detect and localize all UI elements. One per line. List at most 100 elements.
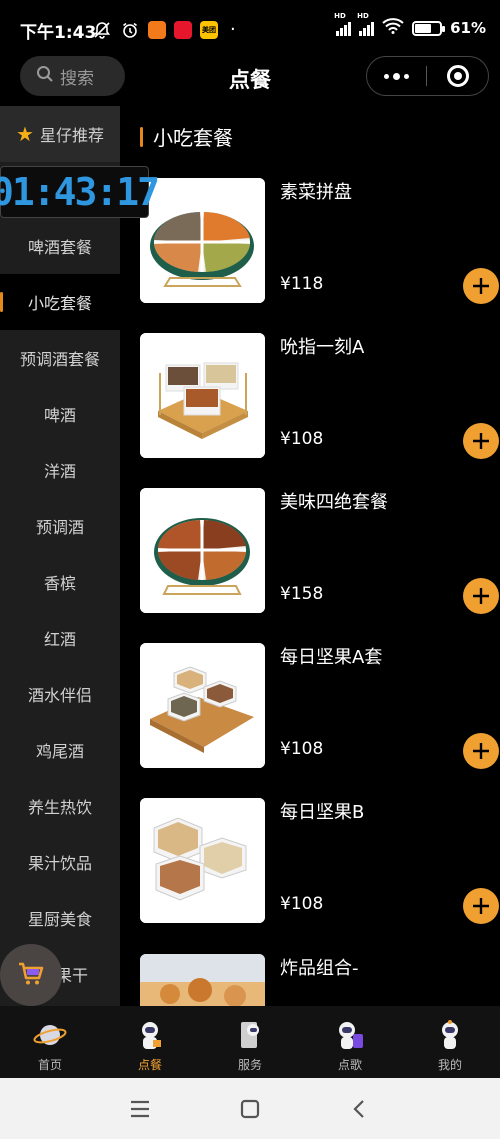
sidebar-item-snack-set[interactable]: 小吃套餐	[0, 274, 120, 330]
add-to-cart-button[interactable]	[463, 888, 499, 924]
notification-app-icon-1	[148, 20, 166, 39]
home-square-icon	[240, 1099, 260, 1119]
tab-order[interactable]: 点餐	[100, 1006, 200, 1078]
more-options-icon[interactable]	[367, 57, 426, 95]
product-name: 吮指一刻A	[280, 337, 365, 358]
product-card[interactable]: 每日坚果B ¥108	[140, 798, 500, 924]
sidebar-item-beer[interactable]: 啤酒	[0, 386, 120, 442]
sidebar-item-juice[interactable]: 果汁饮品	[0, 834, 120, 890]
product-image	[140, 333, 265, 458]
sidebar-item-wine[interactable]: 红酒	[0, 610, 120, 666]
target-icon	[446, 65, 469, 87]
miniprogram-capsule	[366, 56, 489, 96]
sidebar-item-label: 小吃套餐	[27, 294, 92, 313]
product-image	[140, 954, 265, 1006]
product-name: 炸品组合-	[280, 958, 359, 979]
tab-home[interactable]: 首页	[0, 1006, 100, 1078]
product-name: 每日坚果A套	[280, 647, 383, 668]
sidebar-item-label: 红酒	[43, 630, 76, 649]
tab-label: 点餐	[137, 1058, 162, 1072]
product-image	[140, 488, 265, 613]
signal-1-icon: HD	[334, 12, 352, 36]
battery-percent: 61%	[450, 19, 486, 37]
close-miniprogram-button[interactable]	[427, 57, 488, 95]
shopping-cart-icon	[16, 958, 46, 992]
more-notifications-dot: ·	[230, 19, 236, 40]
battery-icon	[412, 20, 446, 36]
tab-music[interactable]: 点歌	[300, 1006, 400, 1078]
bottom-tab-bar: 首页 点餐 服务 点歌 我的	[0, 1006, 500, 1078]
meituan-icon: 美团	[200, 20, 218, 39]
top-nav: 搜索 点餐	[0, 56, 500, 106]
sidebar-item-premix[interactable]: 预调酒	[0, 498, 120, 554]
sidebar-item-label: 养生热饮	[27, 798, 92, 817]
active-indicator	[0, 292, 3, 312]
product-image	[140, 178, 265, 303]
sidebar-item-label: 预调酒套餐	[19, 350, 100, 369]
add-to-cart-button[interactable]	[463, 733, 499, 769]
section-accent-bar	[140, 126, 143, 147]
sidebar-item-label: 星仔推荐	[39, 126, 104, 145]
alarm-muted-icon	[92, 20, 112, 40]
sidebar-item-label: 啤酒	[43, 406, 76, 425]
sidebar-item-label: 鸡尾酒	[35, 742, 84, 761]
category-sidebar: ★ 星仔推荐 啤酒套餐 小吃套餐 预调酒套餐 啤酒 洋酒 预调酒 香槟 红酒 酒…	[0, 106, 120, 1006]
section-title: 小吃套餐	[153, 126, 233, 150]
sidebar-item-liquor[interactable]: 洋酒	[0, 442, 120, 498]
product-price: ¥108	[280, 894, 324, 914]
sidebar-item-beer-set[interactable]: 啤酒套餐	[0, 218, 120, 274]
tab-label: 服务	[237, 1058, 262, 1072]
astronaut-profile-icon	[433, 1018, 467, 1052]
sidebar-item-label: 啤酒套餐	[27, 238, 92, 257]
product-price: ¥108	[280, 429, 324, 449]
product-name: 素菜拼盘	[280, 182, 352, 203]
add-to-cart-button[interactable]	[463, 268, 499, 304]
product-image	[140, 798, 265, 923]
wifi-icon	[382, 18, 404, 38]
cart-button[interactable]	[0, 944, 62, 1006]
product-price: ¥158	[280, 584, 324, 604]
signal-2-icon: HD	[357, 12, 375, 36]
plus-icon	[473, 433, 489, 449]
sidebar-item-chef-food[interactable]: 星厨美食	[0, 890, 120, 946]
plus-icon	[473, 588, 489, 604]
product-card[interactable]: 吮指一刻A ¥108	[140, 333, 500, 459]
plus-icon	[473, 743, 489, 759]
home-button[interactable]	[237, 1096, 263, 1122]
sidebar-item-drink-companion[interactable]: 酒水伴侣	[0, 666, 120, 722]
sidebar-item-label: 星厨美食	[27, 910, 92, 929]
sidebar-item-hot-drinks[interactable]: 养生热饮	[0, 778, 120, 834]
sidebar-item-champagne[interactable]: 香槟	[0, 554, 120, 610]
sidebar-item-label: 洋酒	[43, 462, 76, 481]
weibo-icon	[174, 20, 192, 39]
add-to-cart-button[interactable]	[463, 423, 499, 459]
planet-icon	[33, 1018, 67, 1052]
product-card[interactable]: 素菜拼盘 ¥118	[140, 178, 500, 304]
sidebar-item-recommend[interactable]: ★ 星仔推荐	[0, 106, 120, 162]
recent-apps-button[interactable]	[127, 1096, 153, 1122]
section-header: 小吃套餐	[140, 122, 233, 151]
add-to-cart-button[interactable]	[463, 578, 499, 614]
tab-label: 我的	[437, 1058, 462, 1072]
astronaut-music-icon	[333, 1018, 367, 1052]
status-bar: 下午1:43 美团 · HD HD 61%	[0, 0, 500, 56]
sidebar-item-cocktail[interactable]: 鸡尾酒	[0, 722, 120, 778]
product-list-panel: 小吃套餐 素菜拼盘 ¥118 吮指一刻A ¥108 美味四绝套餐 ¥158 每日…	[120, 106, 500, 1006]
sidebar-item-label: 果汁饮品	[27, 854, 92, 873]
sidebar-item-premix-set[interactable]: 预调酒套餐	[0, 330, 120, 386]
status-time: 下午1:43	[20, 23, 97, 43]
product-name: 美味四绝套餐	[280, 492, 388, 513]
star-icon: ★	[16, 122, 34, 146]
product-price: ¥118	[280, 274, 324, 294]
product-card[interactable]: 每日坚果A套 ¥108	[140, 643, 500, 769]
tab-profile[interactable]: 我的	[400, 1006, 500, 1078]
back-chevron-icon	[353, 1100, 364, 1118]
back-button[interactable]	[347, 1096, 373, 1122]
timer-overlay: 01:43:17	[0, 166, 160, 218]
plus-icon	[473, 278, 489, 294]
tab-label: 点歌	[337, 1058, 362, 1072]
product-name: 每日坚果B	[280, 802, 365, 823]
tab-service[interactable]: 服务	[200, 1006, 300, 1078]
product-card[interactable]: 美味四绝套餐 ¥158	[140, 488, 500, 614]
product-card[interactable]: 炸品组合-	[140, 954, 500, 1006]
